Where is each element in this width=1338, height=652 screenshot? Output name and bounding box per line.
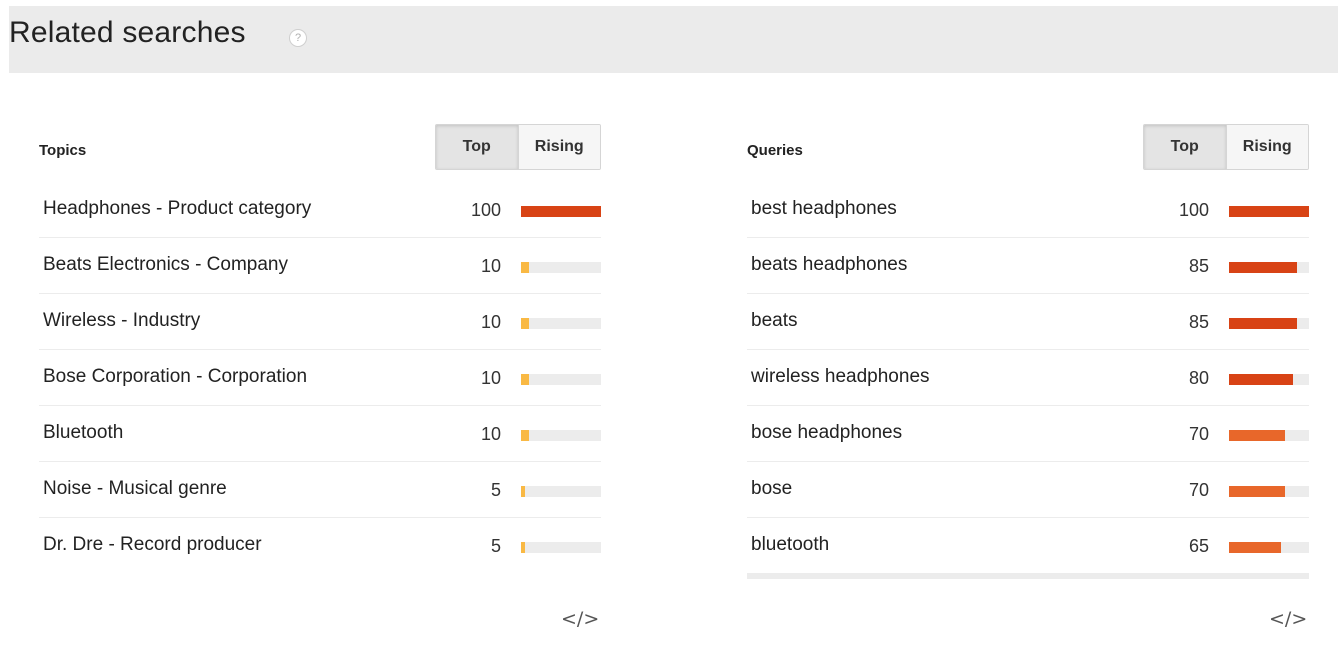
list-item-name[interactable]: Dr. Dre - Record producer — [43, 534, 262, 556]
list-item-name[interactable]: Noise - Musical genre — [43, 478, 227, 500]
interest-bar-fill — [1229, 318, 1297, 329]
interest-bar — [1229, 486, 1309, 497]
interest-bar-fill — [521, 542, 525, 553]
list-item-name[interactable]: Wireless - Industry — [43, 310, 200, 332]
interest-bar-fill — [1229, 542, 1281, 553]
list-item-value: 5 — [490, 480, 501, 500]
list-item[interactable]: beats headphones 85 — [747, 238, 1309, 294]
list-item[interactable]: beats 85 — [747, 294, 1309, 350]
list-item-name[interactable]: beats — [751, 310, 797, 332]
list-item-name[interactable]: bose — [751, 478, 792, 500]
list-item[interactable]: Wireless - Industry 10 — [39, 294, 601, 350]
list-item-name[interactable]: bluetooth — [751, 534, 829, 556]
interest-bar — [521, 542, 601, 553]
interest-bar — [1229, 206, 1309, 217]
queries-toggle: Top Rising — [1143, 124, 1309, 170]
list-item[interactable]: Dr. Dre - Record producer 5 — [39, 518, 601, 573]
interest-bar — [1229, 542, 1309, 553]
interest-bar-fill — [1229, 262, 1297, 273]
list-item-name[interactable]: best headphones — [751, 198, 897, 220]
list-item-value: 5 — [490, 536, 501, 556]
list-item-value: 10 — [480, 368, 501, 388]
list-item-value: 85 — [1188, 312, 1209, 332]
interest-bar-fill — [1229, 206, 1309, 217]
list-item-name[interactable]: beats headphones — [751, 254, 907, 276]
interest-bar — [521, 374, 601, 385]
list-item-value: 100 — [1178, 200, 1209, 220]
queries-top-button[interactable]: Top — [1144, 125, 1226, 169]
list-item[interactable]: bose headphones 70 — [747, 406, 1309, 462]
interest-bar — [521, 486, 601, 497]
list-item-value: 85 — [1188, 256, 1209, 276]
topics-top-button[interactable]: Top — [436, 125, 518, 169]
list-item-value: 65 — [1188, 536, 1209, 556]
topics-rising-button[interactable]: Rising — [517, 125, 600, 169]
list-item[interactable]: Headphones - Product category 100 — [39, 182, 601, 238]
list-item[interactable]: Bluetooth 10 — [39, 406, 601, 462]
interest-bar-fill — [521, 262, 529, 273]
topics-list: Headphones - Product category 100 Beats El… — [39, 182, 601, 573]
interest-bar — [1229, 262, 1309, 273]
interest-bar — [521, 206, 601, 217]
topics-label: Topics — [39, 142, 87, 159]
interest-bar — [1229, 430, 1309, 441]
queries-scroll-divider — [747, 573, 1309, 579]
queries-rising-button[interactable]: Rising — [1225, 125, 1308, 169]
interest-bar — [521, 318, 601, 329]
list-item-value: 10 — [480, 312, 501, 332]
list-item-value: 80 — [1188, 368, 1209, 388]
interest-bar-fill — [521, 206, 601, 217]
topics-embed-icon[interactable]: </> — [561, 608, 599, 630]
related-searches-header: Related searches ? — [9, 6, 1338, 73]
interest-bar — [521, 262, 601, 273]
list-item[interactable]: Bose Corporation - Corporation 10 — [39, 350, 601, 406]
interest-bar-fill — [1229, 486, 1285, 497]
interest-bar-fill — [1229, 374, 1293, 385]
list-item-name[interactable]: bose headphones — [751, 422, 902, 444]
list-item-name[interactable]: Beats Electronics - Company — [43, 254, 288, 276]
list-item-name[interactable]: wireless headphones — [751, 366, 930, 388]
interest-bar — [1229, 374, 1309, 385]
list-item-value: 70 — [1188, 480, 1209, 500]
interest-bar-fill — [521, 430, 529, 441]
list-item-value: 10 — [480, 256, 501, 276]
interest-bar-fill — [521, 486, 525, 497]
interest-bar-fill — [521, 374, 529, 385]
help-icon[interactable]: ? — [289, 29, 307, 47]
interest-bar — [1229, 318, 1309, 329]
list-item-name[interactable]: Bose Corporation - Corporation — [43, 366, 307, 388]
list-item-value: 100 — [470, 200, 501, 220]
list-item[interactable]: bose 70 — [747, 462, 1309, 518]
interest-bar — [521, 430, 601, 441]
queries-list: best headphones 100 beats headphones 85 beat… — [747, 182, 1309, 573]
list-item-value: 70 — [1188, 424, 1209, 444]
topics-toggle: Top Rising — [435, 124, 601, 170]
list-item[interactable]: best headphones 100 — [747, 182, 1309, 238]
list-item-name[interactable]: Bluetooth — [43, 422, 123, 444]
list-item[interactable]: Beats Electronics - Company 10 — [39, 238, 601, 294]
queries-embed-icon[interactable]: </> — [1269, 608, 1307, 630]
queries-label: Queries — [747, 142, 803, 159]
list-item-name[interactable]: Headphones - Product category — [43, 198, 311, 220]
list-item[interactable]: bluetooth 65 — [747, 518, 1309, 573]
page-title: Related searches — [9, 16, 246, 49]
list-item-value: 10 — [480, 424, 501, 444]
list-item[interactable]: Noise - Musical genre 5 — [39, 462, 601, 518]
list-item[interactable]: wireless headphones 80 — [747, 350, 1309, 406]
interest-bar-fill — [1229, 430, 1285, 441]
interest-bar-fill — [521, 318, 529, 329]
